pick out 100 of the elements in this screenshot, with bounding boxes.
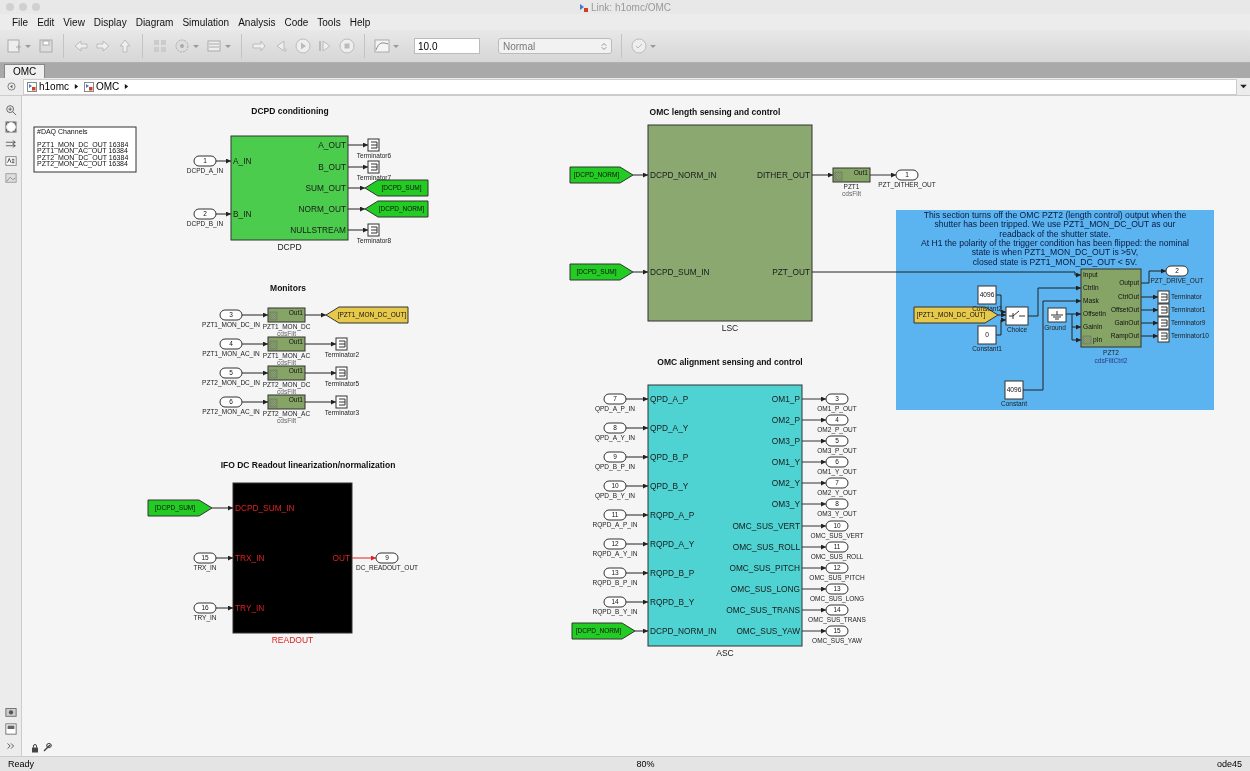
outport-block[interactable] xyxy=(825,562,849,574)
outport-block[interactable] xyxy=(825,456,849,468)
simulation-mode-dropdown[interactable]: Normal xyxy=(498,38,612,54)
outport-block[interactable] xyxy=(825,393,849,405)
annotation-icon[interactable] xyxy=(4,155,17,167)
menu-item[interactable]: Analysis xyxy=(238,16,276,28)
terminator-icon[interactable] xyxy=(335,395,348,409)
menu-item[interactable]: Help xyxy=(349,16,371,28)
ground-block[interactable] xyxy=(1047,307,1067,323)
goto-tag[interactable] xyxy=(364,179,429,197)
inport-block[interactable] xyxy=(603,422,627,434)
outport-block[interactable] xyxy=(1165,265,1189,277)
lock-icon[interactable] xyxy=(30,743,40,753)
inport-block[interactable] xyxy=(219,338,243,350)
arrows-icon[interactable] xyxy=(4,138,17,150)
dropdown-caret-icon[interactable] xyxy=(1240,84,1247,89)
port-label: SUM_OUT xyxy=(305,183,346,193)
terminator-icon[interactable] xyxy=(1157,316,1170,330)
double-chevron-icon[interactable] xyxy=(4,740,17,752)
note-text: readback of the shutter state. xyxy=(999,228,1111,239)
port-label: DCPD_SUM_IN xyxy=(650,267,710,277)
from-tag[interactable] xyxy=(147,499,213,517)
signal-line xyxy=(624,599,649,605)
port-label: OM2_P xyxy=(771,415,800,425)
port-label: B_OUT xyxy=(318,162,346,172)
zoom-in-icon[interactable] xyxy=(4,104,17,116)
fit-view-icon[interactable] xyxy=(4,121,17,133)
menu-item[interactable]: View xyxy=(63,16,85,28)
constant-block[interactable] xyxy=(1004,380,1024,400)
inport-block[interactable] xyxy=(603,596,627,608)
breadcrumb-link[interactable]: h1omc xyxy=(39,81,69,92)
model-icon xyxy=(27,81,37,92)
outport-block[interactable] xyxy=(375,552,399,564)
signal-line xyxy=(211,505,234,511)
from-tag[interactable] xyxy=(571,622,636,640)
caret-icon[interactable] xyxy=(74,83,79,90)
outport-block[interactable] xyxy=(825,414,849,426)
menu-item[interactable]: File xyxy=(12,16,29,28)
outport-block[interactable] xyxy=(895,169,919,181)
outport-block[interactable] xyxy=(825,477,849,489)
collapse-icon[interactable] xyxy=(7,82,16,91)
signal-line xyxy=(801,544,827,550)
menu-item[interactable]: Code xyxy=(284,16,309,28)
subsystem-block[interactable] xyxy=(230,135,349,241)
model-tab[interactable]: OMC xyxy=(4,64,46,78)
terminator-icon[interactable] xyxy=(335,366,348,380)
switch-block[interactable] xyxy=(1005,306,1029,326)
note-text: This section turns off the OMC PZT2 (length control) output when the xyxy=(923,210,1187,220)
inport-block[interactable] xyxy=(603,567,627,579)
constant-block[interactable] xyxy=(977,325,997,345)
inport-block[interactable] xyxy=(219,309,243,321)
outport-block[interactable] xyxy=(825,520,849,532)
screen-icon[interactable] xyxy=(4,723,17,735)
port-label: NORM_OUT xyxy=(298,204,346,214)
goto-tag[interactable] xyxy=(364,200,429,218)
inport-block[interactable] xyxy=(193,552,217,564)
outport-block[interactable] xyxy=(825,604,849,616)
menu-item[interactable]: Edit xyxy=(37,16,55,28)
inport-block[interactable] xyxy=(193,602,217,614)
camera-icon[interactable] xyxy=(4,706,17,718)
link-chain-icon[interactable] xyxy=(42,743,52,753)
terminator-icon[interactable] xyxy=(1157,329,1170,343)
inport-block[interactable] xyxy=(603,480,627,492)
terminator-icon[interactable] xyxy=(1157,290,1170,304)
constant-block[interactable] xyxy=(977,285,997,305)
outport-block[interactable] xyxy=(825,583,849,595)
menu-item[interactable]: Display xyxy=(93,16,127,28)
outport-block[interactable] xyxy=(825,435,849,447)
checkmark-icon[interactable] xyxy=(631,38,647,54)
signal-line xyxy=(634,628,649,634)
menu-item[interactable]: Tools xyxy=(317,16,341,28)
stop-time-field[interactable]: 10.0 xyxy=(414,38,480,54)
inport-block[interactable] xyxy=(603,509,627,521)
caret-icon[interactable] xyxy=(124,83,130,90)
outport-block[interactable] xyxy=(825,625,849,637)
from-tag[interactable] xyxy=(569,166,634,184)
inport-block[interactable] xyxy=(603,451,627,463)
terminator-icon[interactable] xyxy=(1157,303,1170,317)
goto-tag[interactable] xyxy=(325,306,409,324)
inport-block[interactable] xyxy=(603,538,627,550)
outport-block[interactable] xyxy=(825,498,849,510)
from-tag[interactable] xyxy=(569,263,634,281)
outport-block[interactable] xyxy=(825,541,849,553)
terminator-icon[interactable] xyxy=(367,138,380,152)
breadcrumb-link[interactable]: OMC xyxy=(96,81,120,92)
block-name: ASC xyxy=(716,648,734,658)
inport-block[interactable] xyxy=(219,396,243,408)
port-label: DITHER_OUT xyxy=(757,170,810,180)
inport-block[interactable] xyxy=(219,367,243,379)
menu-item[interactable]: Diagram xyxy=(135,16,174,28)
menu-item[interactable]: Simulation xyxy=(182,16,230,28)
subsystem-block[interactable] xyxy=(647,384,803,647)
terminator-icon[interactable] xyxy=(367,160,380,174)
filter-control-block[interactable] xyxy=(1080,268,1142,348)
terminator-icon[interactable] xyxy=(335,337,348,351)
inport-block[interactable] xyxy=(193,155,217,167)
inport-block[interactable] xyxy=(603,393,627,405)
terminator-icon[interactable] xyxy=(367,223,380,237)
inport-block[interactable] xyxy=(193,208,217,220)
subsystem-block[interactable] xyxy=(232,482,353,634)
